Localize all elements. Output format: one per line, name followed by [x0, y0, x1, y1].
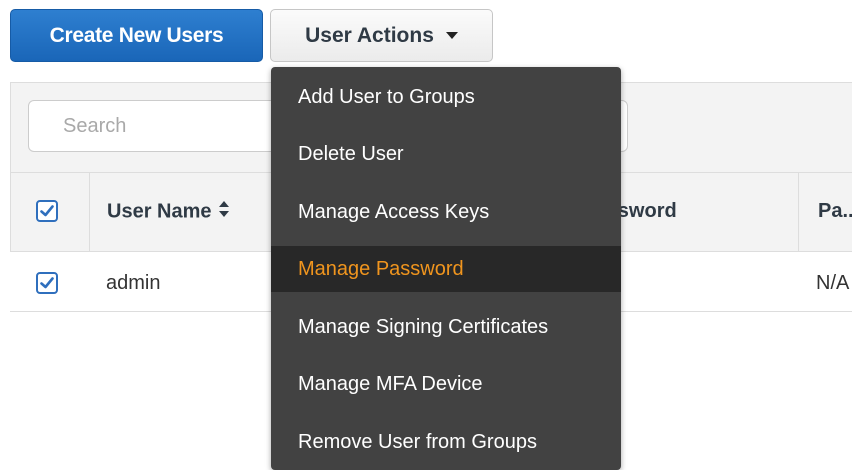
user-actions-button[interactable]: User Actions: [270, 9, 493, 62]
row-checkbox[interactable]: [36, 272, 58, 294]
menu-item-add-user-to-groups[interactable]: Add User to Groups: [271, 74, 621, 120]
column-header-user-name[interactable]: User Name: [107, 200, 230, 224]
user-actions-label: User Actions: [305, 23, 434, 47]
column-divider: [89, 172, 90, 252]
create-new-users-label: Create New Users: [49, 23, 224, 47]
user-name-cell[interactable]: admin: [106, 272, 160, 295]
column-header-password-last-used[interactable]: Pa...: [818, 200, 852, 223]
menu-item-delete-user[interactable]: Delete User: [271, 131, 621, 177]
column-divider: [798, 172, 799, 252]
create-new-users-button[interactable]: Create New Users: [10, 9, 263, 62]
checkmark-icon: [40, 277, 54, 289]
menu-item-manage-access-keys[interactable]: Manage Access Keys: [271, 189, 621, 235]
select-all-checkbox[interactable]: [36, 200, 58, 222]
menu-item-manage-mfa-device[interactable]: Manage MFA Device: [271, 361, 621, 407]
checkmark-icon: [40, 205, 54, 217]
menu-item-manage-signing-certificates[interactable]: Manage Signing Certificates: [271, 304, 621, 350]
menu-item-manage-password[interactable]: Manage Password: [271, 246, 621, 292]
menu-item-remove-user-from-groups[interactable]: Remove User from Groups: [271, 419, 621, 465]
password-last-used-cell: N/A: [816, 272, 850, 294]
sort-icon[interactable]: [218, 200, 230, 224]
user-actions-menu: Add User to Groups Delete User Manage Ac…: [271, 67, 621, 470]
caret-down-icon: [445, 32, 458, 39]
